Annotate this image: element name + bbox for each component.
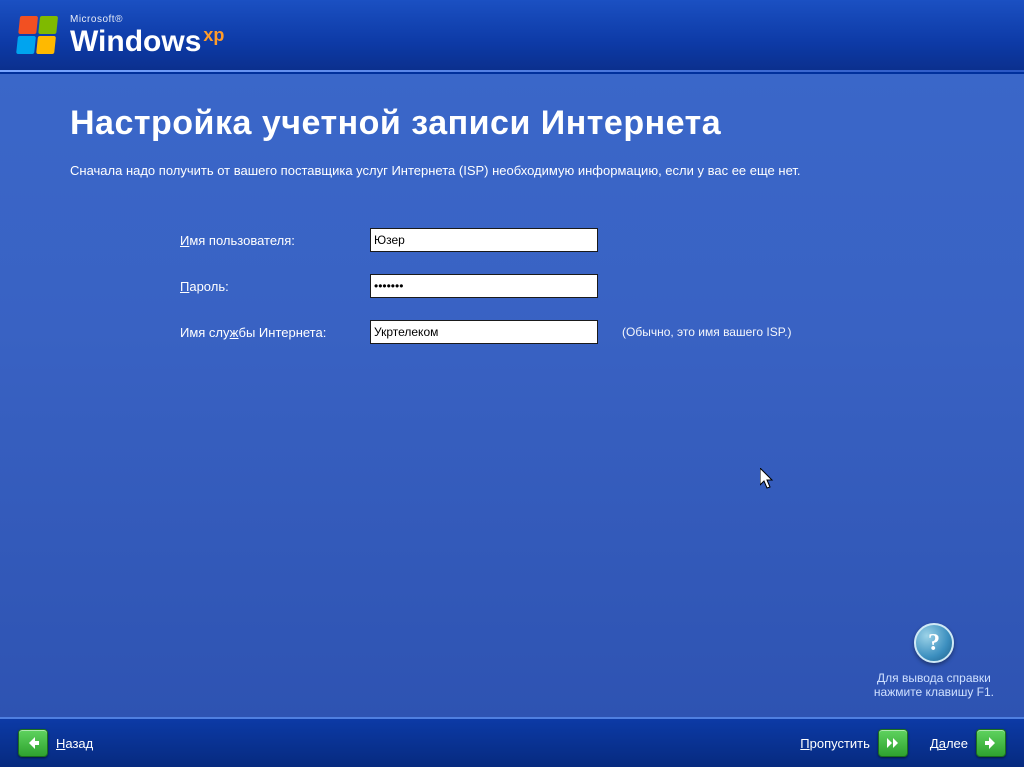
next-label: Далее — [930, 736, 968, 751]
help-block: ? Для вывода справки нажмите клавишу F1. — [874, 623, 994, 699]
help-line1: Для вывода справки — [874, 671, 994, 685]
row-isp: Имя службы Интернета: (Обычно, это имя в… — [180, 320, 954, 344]
label-isp: Имя службы Интернета: — [180, 325, 370, 340]
skip-label: Пропустить — [800, 736, 870, 751]
header-divider — [0, 70, 1024, 72]
password-field[interactable] — [370, 274, 598, 298]
row-username: Имя пользователя: — [180, 228, 954, 252]
brand-company: Microsoft — [70, 14, 115, 25]
isp-hint: (Обычно, это имя вашего ISP.) — [622, 325, 792, 339]
brand-text: Microsoft® Windowsxp — [70, 15, 224, 57]
footer-nav: Назад Пропустить Далее — [0, 717, 1024, 767]
label-username: Имя пользователя: — [180, 233, 370, 248]
help-line2: нажмите клавишу F1. — [874, 685, 994, 699]
header-bar: Microsoft® Windowsxp — [0, 0, 1024, 72]
intro-text: Сначала надо получить от вашего поставщи… — [70, 163, 954, 178]
arrow-left-icon — [18, 729, 48, 757]
back-button[interactable]: Назад — [18, 729, 93, 757]
row-password: Пароль: — [180, 274, 954, 298]
content-area: Настройка учетной записи Интернета Снача… — [0, 74, 1024, 717]
help-icon[interactable]: ? — [914, 623, 954, 663]
isp-field[interactable] — [370, 320, 598, 344]
double-arrow-right-icon — [878, 729, 908, 757]
arrow-right-icon — [976, 729, 1006, 757]
page-title: Настройка учетной записи Интернета — [70, 104, 954, 143]
windows-flag-icon — [16, 16, 62, 56]
back-label: Назад — [56, 736, 93, 751]
brand-product: Windows — [70, 27, 201, 57]
next-button[interactable]: Далее — [930, 729, 1006, 757]
skip-button[interactable]: Пропустить — [800, 729, 908, 757]
username-field[interactable] — [370, 228, 598, 252]
setup-screen: Microsoft® Windowsxp Настройка учетной з… — [0, 0, 1024, 767]
brand-trademark: ® — [115, 14, 123, 25]
isp-form: Имя пользователя: Пароль: Имя службы Инт… — [180, 228, 954, 344]
label-password: Пароль: — [180, 279, 370, 294]
brand-edition: xp — [203, 26, 224, 44]
